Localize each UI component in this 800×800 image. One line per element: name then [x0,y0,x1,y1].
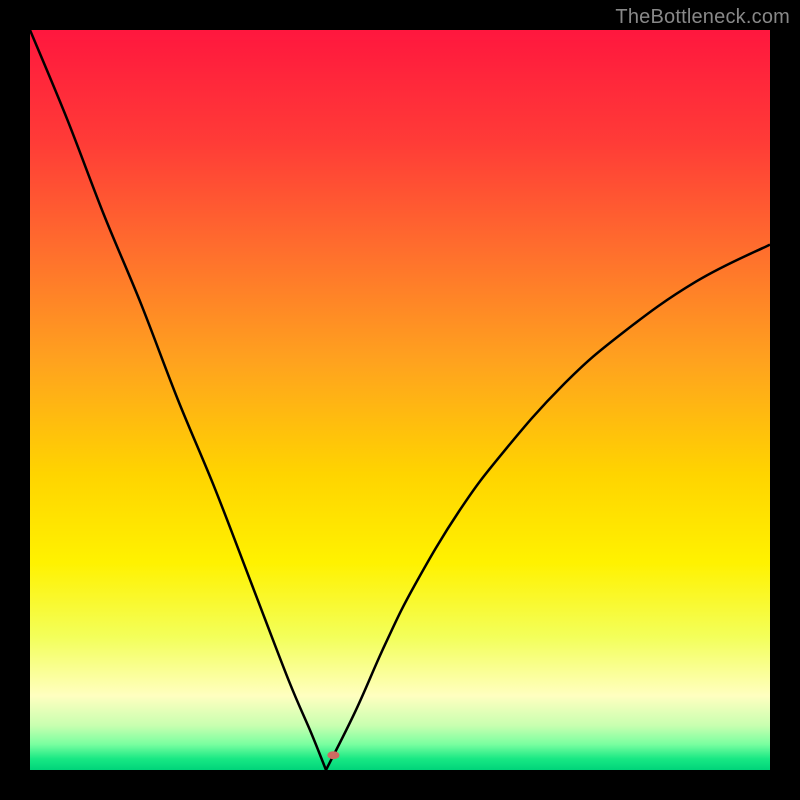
optimal-point-marker [327,751,339,759]
plot-area [30,30,770,770]
chart-frame: TheBottleneck.com [0,0,800,800]
gradient-background [30,30,770,770]
watermark-text: TheBottleneck.com [615,6,790,29]
bottleneck-chart [30,30,770,770]
